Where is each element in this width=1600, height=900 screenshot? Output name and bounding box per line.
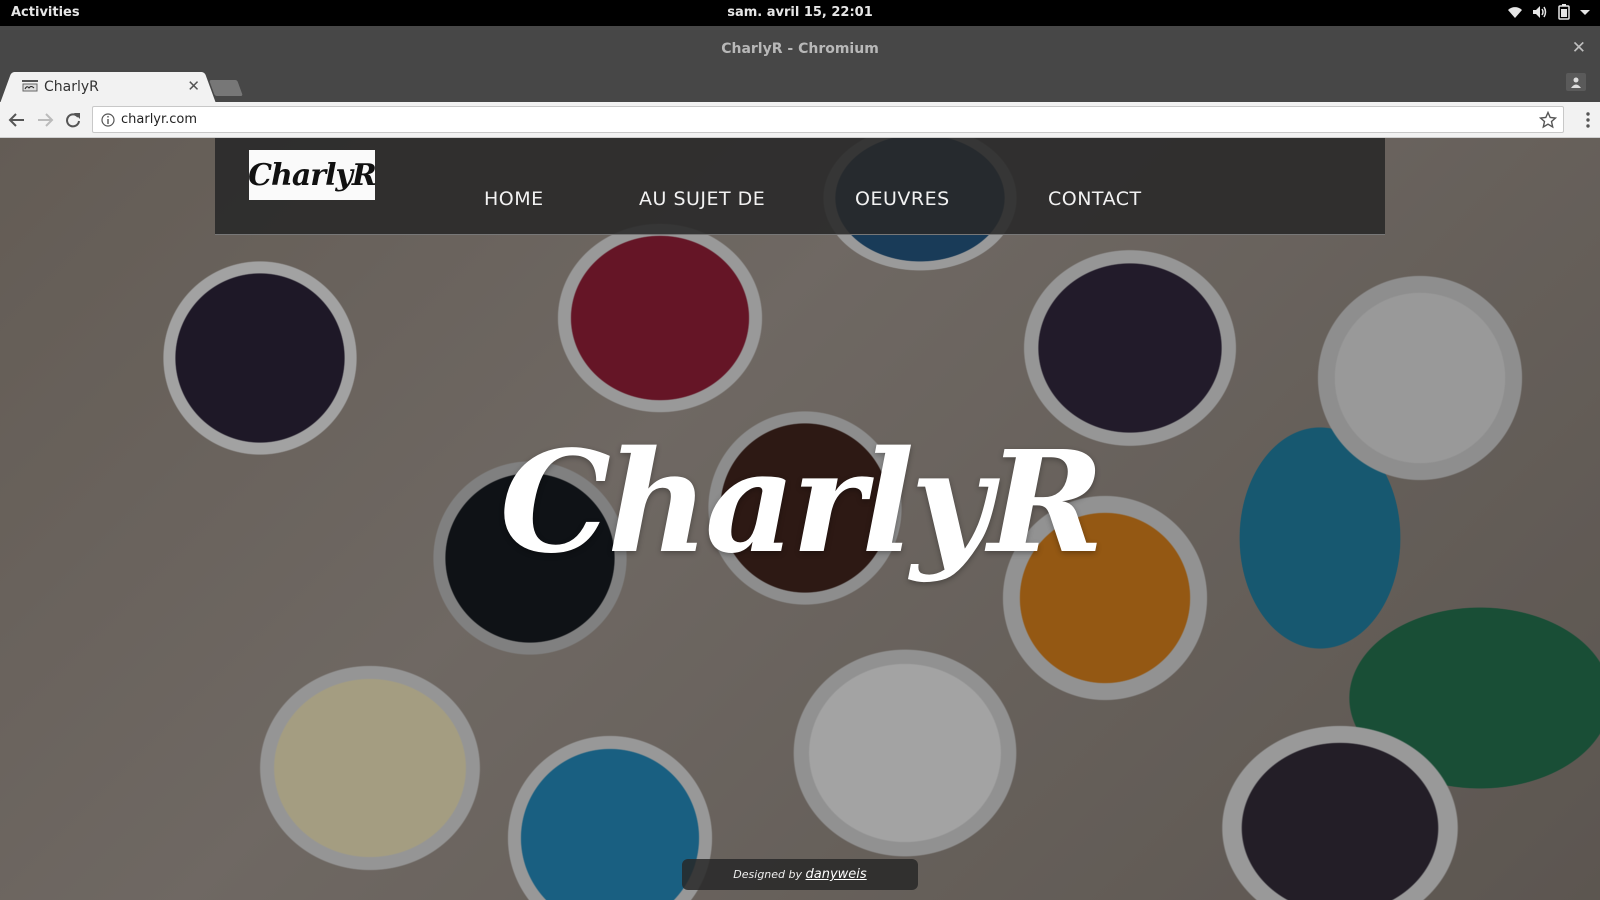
system-status-area[interactable] bbox=[1507, 4, 1590, 20]
nav-about[interactable]: AU SUJET DE bbox=[639, 188, 765, 210]
window-titlebar[interactable]: CharlyR - Chromium ✕ bbox=[0, 26, 1600, 70]
wifi-icon bbox=[1508, 7, 1522, 18]
system-top-bar: Activities sam. avril 15, 22:01 bbox=[0, 0, 1600, 26]
window-close-button[interactable]: ✕ bbox=[1572, 38, 1586, 58]
bookmark-star-icon[interactable] bbox=[1539, 111, 1557, 129]
web-page: CharlyR HOME AU SUJET DE OEUVRES CONTACT… bbox=[0, 138, 1600, 900]
nav-contact[interactable]: CONTACT bbox=[1048, 188, 1142, 210]
battery-icon bbox=[1558, 4, 1570, 20]
person-icon bbox=[1571, 77, 1581, 88]
browser-toolbar bbox=[0, 102, 1600, 138]
url-input[interactable] bbox=[121, 112, 1501, 127]
site-logo[interactable]: CharlyR bbox=[248, 150, 377, 200]
dropdown-arrow-icon bbox=[1580, 10, 1590, 15]
footer-author-link[interactable]: danyweis bbox=[806, 867, 867, 882]
reload-icon[interactable] bbox=[64, 111, 82, 129]
site-favicon-icon bbox=[22, 80, 38, 92]
tab-label: CharlyR bbox=[44, 79, 99, 95]
forward-icon[interactable] bbox=[36, 111, 54, 129]
activities-button[interactable]: Activities bbox=[11, 5, 80, 20]
window-title: CharlyR - Chromium bbox=[721, 41, 879, 57]
footer-prefix: Designed by bbox=[733, 868, 803, 881]
hero-title: CharlyR bbox=[499, 421, 1105, 585]
site-header: CharlyR HOME AU SUJET DE OEUVRES CONTACT bbox=[215, 138, 1385, 235]
profile-button[interactable] bbox=[1566, 73, 1586, 91]
site-info-icon[interactable] bbox=[101, 113, 115, 127]
clock[interactable]: sam. avril 15, 22:01 bbox=[727, 5, 873, 20]
menu-icon[interactable] bbox=[1586, 112, 1590, 128]
back-icon[interactable] bbox=[8, 111, 26, 129]
volume-icon bbox=[1533, 6, 1547, 18]
tab-close-button[interactable]: ✕ bbox=[187, 77, 200, 95]
tab-strip: CharlyR ✕ bbox=[0, 70, 1600, 102]
nav-home[interactable]: HOME bbox=[484, 188, 544, 210]
site-logo-text: CharlyR bbox=[248, 157, 377, 193]
nav-works[interactable]: OEUVRES bbox=[855, 188, 950, 210]
tab-charlyr[interactable]: CharlyR ✕ bbox=[12, 72, 204, 102]
address-bar[interactable] bbox=[92, 106, 1564, 133]
footer-credit: Designed by danyweis bbox=[682, 859, 918, 890]
new-tab-button[interactable] bbox=[209, 80, 243, 96]
